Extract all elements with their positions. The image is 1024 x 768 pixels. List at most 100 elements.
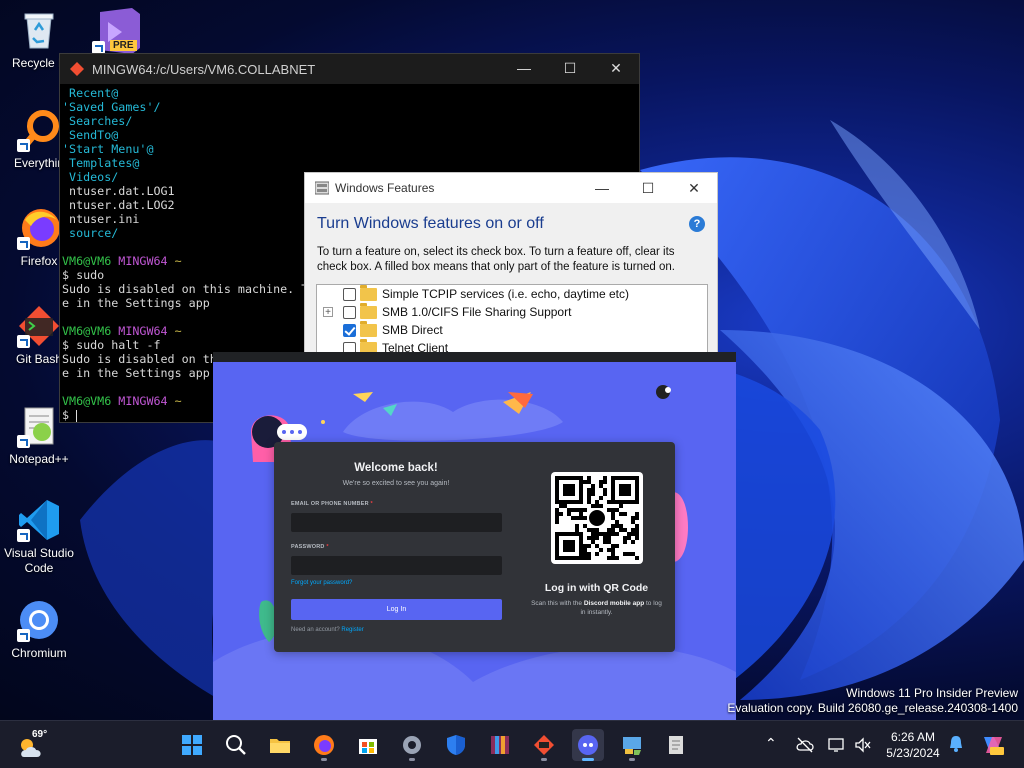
chromium-icon [17,598,61,642]
maximize-button[interactable]: ☐ [547,54,593,84]
expand-plus-icon[interactable]: + [323,307,333,318]
register-link[interactable]: Register [341,627,363,633]
close-button[interactable]: ✕ [671,173,717,203]
taskbar-firefox[interactable] [308,729,340,761]
weather-widget[interactable]: 69° [18,729,58,761]
desktop-icon-chromium[interactable]: Chromium [2,598,76,661]
taskbar-winrar[interactable] [484,729,516,761]
terminal-text: MINGW64 [118,254,175,268]
taskbar-clock[interactable]: 6:26 AM 5/23/2024 [880,729,946,761]
email-field[interactable] [291,513,502,532]
qr-module [591,532,595,536]
copilot-icon[interactable] [980,733,1006,757]
feature-label: SMB Direct [382,323,443,337]
partly-cloudy-icon [21,739,41,757]
need-account-text: Need an account? Register [291,627,364,633]
features-heading: Turn Windows features on or off [317,215,544,232]
search-button[interactable] [220,729,252,761]
feature-item[interactable]: + SMB 1.0/CIFS File Sharing Support [317,302,707,321]
start-button[interactable] [176,729,208,761]
qr-module [591,540,595,544]
terminal-text: ~ [174,254,182,268]
discord-icon [578,735,598,755]
running-indicator [409,758,415,761]
qr-module [587,496,591,500]
qr-module [595,536,599,540]
help-icon[interactable]: ? [689,216,705,232]
terminal-text: MINGW64 [118,324,175,338]
maximize-button[interactable]: ☐ [625,173,671,203]
terminal-line: Searches/ [62,114,639,128]
qr-module [615,544,619,548]
cloud-offline-icon[interactable] [796,737,814,753]
discord-window[interactable]: Welcome back! We're so excited to see yo… [213,352,736,720]
feature-checkbox[interactable] [343,305,356,319]
terminal-text: VM6@VM6 [62,324,119,338]
qr-module [575,516,579,520]
notification-bell-icon[interactable] [948,735,964,753]
password-field[interactable] [291,556,502,575]
qr-module [607,548,611,552]
qr-module [607,536,611,540]
clock-time: 6:26 AM [890,730,936,744]
taskbar-file-explorer[interactable] [264,729,296,761]
features-title-bar[interactable]: Windows Features — ☐ ✕ [305,173,717,203]
qr-module [563,504,567,508]
search-icon [226,735,246,755]
taskbar-git-bash[interactable] [528,729,560,761]
minimize-button[interactable]: — [501,54,547,84]
qr-module [635,512,639,516]
qr-module [611,516,615,520]
taskbar-microsoft-store[interactable] [352,729,384,761]
taskbar-windows-security[interactable] [440,729,472,761]
taskbar-settings[interactable] [396,729,428,761]
windows-features-dialog[interactable]: Windows Features — ☐ ✕ Turn Windows feat… [304,172,718,364]
qr-module [611,544,615,548]
windows-watermark: Windows 11 Pro Insider Preview Evaluatio… [727,686,1018,716]
volume-muted-icon[interactable] [854,737,872,753]
qr-module [599,496,603,500]
qr-module [635,556,639,560]
terminal-line: 'Start Menu'@ [62,142,639,156]
desktop-icon-visual-studio-preview[interactable]: PRE [92,8,142,54]
welcome-heading: Welcome back! [354,462,438,474]
taskbar-control-panel[interactable] [616,729,648,761]
qr-module [623,536,627,540]
terminal-text: 'Saved Games'/ [62,100,161,114]
close-button[interactable]: ✕ [593,54,639,84]
terminal-line: 'Saved Games'/ [62,100,639,114]
feature-item[interactable]: Simple TCPIP services (i.e. echo, daytim… [317,284,707,303]
qr-module [595,552,599,556]
qr-subtitle: Scan this with the Discord mobile app to… [531,600,662,616]
watermark-build: Evaluation copy. Build 26080.ge_release.… [727,701,1018,715]
qr-module [631,540,635,544]
qr-module [583,556,587,560]
terminal-text: ntuser.ini [62,212,140,226]
feature-checkbox[interactable] [343,323,356,337]
temperature: 69° [32,729,48,740]
qr-module [619,512,623,516]
qr-module [627,532,631,536]
shortcut-arrow-icon [17,435,30,448]
discord-title-bar[interactable] [213,352,736,362]
qr-module [623,552,627,556]
qr-module [591,536,595,540]
folder-icon [360,284,377,301]
qr-finder [563,540,575,552]
taskbar-notepad[interactable] [660,729,692,761]
running-indicator [629,758,635,761]
login-button[interactable]: Log In [291,599,502,620]
feature-item[interactable]: SMB Direct [317,320,707,339]
minimize-button[interactable]: — [579,173,625,203]
qr-module [611,524,615,528]
feature-checkbox[interactable] [343,287,356,301]
network-icon[interactable] [828,737,846,753]
forgot-password-link[interactable]: Forgot your password? [291,580,352,586]
qr-module [555,516,559,520]
chevron-up-icon[interactable]: ⌃ [765,735,777,752]
desktop-icon-vscode[interactable]: Visual Studio Code [2,498,76,576]
qr-module [587,476,591,480]
taskbar-discord[interactable] [572,729,604,761]
control-panel-icon [623,737,641,755]
